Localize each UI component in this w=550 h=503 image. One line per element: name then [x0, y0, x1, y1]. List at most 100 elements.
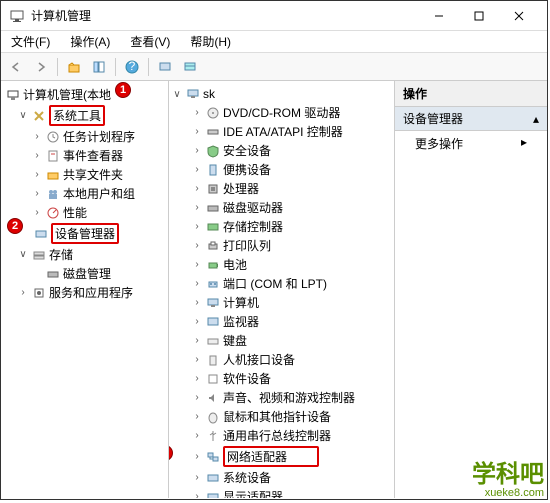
actions-pane: 操作 设备管理器 ▴ 更多操作 ▸: [395, 81, 547, 498]
window-title: 计算机管理: [31, 7, 419, 24]
expando-icon[interactable]: ›: [31, 169, 43, 180]
menu-help[interactable]: 帮助(H): [186, 31, 235, 52]
expando-icon[interactable]: ›: [191, 183, 203, 194]
dev-ide[interactable]: ›IDE ATA/ATAPI 控制器: [171, 122, 392, 141]
menu-action[interactable]: 操作(A): [66, 31, 114, 52]
tree-label: 监视器: [223, 313, 259, 330]
expando-icon[interactable]: ›: [191, 335, 203, 346]
tree-root[interactable]: 计算机管理(本地: [3, 85, 166, 104]
dev-usb[interactable]: ›通用串行总线控制器: [171, 426, 392, 445]
tree-label: 共享文件夹: [63, 166, 123, 183]
dev-keyboard[interactable]: ›键盘: [171, 331, 392, 350]
expando-icon[interactable]: ∨: [171, 89, 183, 100]
expando-icon[interactable]: ›: [191, 202, 203, 213]
users-icon: [45, 186, 61, 202]
tree-storage[interactable]: ∨存储: [3, 245, 166, 264]
expando-icon[interactable]: ›: [191, 472, 203, 483]
dev-network[interactable]: 3 › 网络适配器: [171, 445, 392, 468]
tree-device-manager[interactable]: 2 设备管理器: [3, 222, 166, 245]
tree-disk-mgmt[interactable]: 磁盘管理: [3, 264, 166, 283]
expando-icon[interactable]: ›: [31, 150, 43, 161]
dev-storage-ctrl[interactable]: › 存储控制器: [171, 217, 392, 236]
expando-icon[interactable]: ›: [191, 316, 203, 327]
expando-icon[interactable]: ›: [191, 354, 203, 365]
chevron-right-icon: ▸: [521, 135, 527, 149]
computer-mgmt-icon: [5, 87, 21, 103]
close-button[interactable]: [499, 2, 539, 30]
tree-task-scheduler[interactable]: › 任务计划程序: [3, 127, 166, 146]
dev-software[interactable]: ›软件设备: [171, 369, 392, 388]
forward-button[interactable]: [30, 56, 52, 78]
tree-event-viewer[interactable]: ›事件查看器: [3, 146, 166, 165]
expando-icon[interactable]: ›: [191, 451, 203, 462]
dev-system[interactable]: ›系统设备: [171, 468, 392, 487]
show-hide-button[interactable]: [88, 56, 110, 78]
expando-icon[interactable]: ›: [191, 145, 203, 156]
dev-computer[interactable]: ›计算机: [171, 293, 392, 312]
dev-mouse[interactable]: › 鼠标和其他指针设备: [171, 407, 392, 426]
device-root[interactable]: ∨sk: [171, 85, 392, 103]
dev-monitor[interactable]: › 监视器: [171, 312, 392, 331]
device-tree: ∨sk ›DVD/CD-ROM 驱动器 ›IDE ATA/ATAPI 控制器 ›…: [171, 85, 392, 498]
expando-icon[interactable]: ›: [191, 278, 203, 289]
dev-hid[interactable]: ›人机接口设备: [171, 350, 392, 369]
expando-icon[interactable]: ∨: [17, 110, 29, 121]
dev-sound[interactable]: ›声音、视频和游戏控制器: [171, 388, 392, 407]
maximize-button[interactable]: [459, 2, 499, 30]
tree-performance[interactable]: ›性能: [3, 203, 166, 222]
dev-security[interactable]: ›安全设备: [171, 141, 392, 160]
tree-label: 计算机管理(本地: [23, 86, 111, 103]
minimize-button[interactable]: [419, 2, 459, 30]
view-resources-button[interactable]: [179, 56, 201, 78]
software-icon: [205, 371, 221, 387]
expando-icon[interactable]: ›: [191, 164, 203, 175]
tree-users-groups[interactable]: ›本地用户和组: [3, 184, 166, 203]
menu-file[interactable]: 文件(F): [7, 31, 54, 52]
separator: [148, 58, 149, 76]
dev-ports[interactable]: ›端口 (COM 和 LPT): [171, 274, 392, 293]
expando-icon[interactable]: ∨: [17, 249, 29, 260]
expando-icon[interactable]: ›: [31, 207, 43, 218]
tree-sys-tools[interactable]: ∨ 系统工具: [3, 104, 166, 127]
callout-3: 3: [169, 445, 173, 461]
expando-icon[interactable]: ›: [191, 430, 203, 441]
dev-processor[interactable]: ›处理器: [171, 179, 392, 198]
expando-icon[interactable]: ›: [191, 240, 203, 251]
up-button[interactable]: [63, 56, 85, 78]
back-button[interactable]: [5, 56, 27, 78]
storage-icon: [31, 247, 47, 263]
expando-icon[interactable]: ›: [191, 411, 203, 422]
help-button[interactable]: ?: [121, 56, 143, 78]
dev-portable[interactable]: › 便携设备: [171, 160, 392, 179]
device-mgr-icon: [33, 226, 49, 242]
tree-services[interactable]: ›服务和应用程序: [3, 283, 166, 302]
mgmt-tree: 计算机管理(本地 ∨ 系统工具 › 任务计划程序 ›事件查看器 › 共享文件夹 ›本…: [3, 85, 166, 302]
expando-icon[interactable]: ›: [191, 392, 203, 403]
expando-icon[interactable]: ›: [191, 373, 203, 384]
tree-label: 任务计划程序: [63, 128, 135, 145]
expando-icon[interactable]: ›: [191, 297, 203, 308]
dev-disk[interactable]: ›磁盘驱动器: [171, 198, 392, 217]
menu-view[interactable]: 查看(V): [126, 31, 174, 52]
expando-icon[interactable]: ›: [31, 188, 43, 199]
share-icon: [45, 167, 61, 183]
expando-icon[interactable]: ›: [31, 131, 43, 142]
expando-icon[interactable]: ›: [191, 259, 203, 270]
tree-label: 鼠标和其他指针设备: [223, 408, 331, 425]
dev-display[interactable]: ›显示适配器: [171, 487, 392, 498]
view-devices-button[interactable]: [154, 56, 176, 78]
expando-icon[interactable]: ›: [191, 221, 203, 232]
tree-label: 便携设备: [223, 161, 271, 178]
toolbar: ?: [1, 53, 547, 81]
tree-label: 存储控制器: [223, 218, 283, 235]
dev-dvd[interactable]: ›DVD/CD-ROM 驱动器: [171, 103, 392, 122]
actions-section[interactable]: 设备管理器 ▴: [395, 107, 547, 131]
expando-icon[interactable]: ›: [191, 126, 203, 137]
more-actions[interactable]: 更多操作 ▸: [395, 131, 547, 156]
dev-print[interactable]: ›打印队列: [171, 236, 392, 255]
expando-icon[interactable]: ›: [191, 107, 203, 118]
tree-shared-folders[interactable]: › 共享文件夹: [3, 165, 166, 184]
dev-battery[interactable]: ›电池: [171, 255, 392, 274]
expando-icon[interactable]: ›: [191, 491, 203, 498]
expando-icon[interactable]: ›: [17, 287, 29, 298]
